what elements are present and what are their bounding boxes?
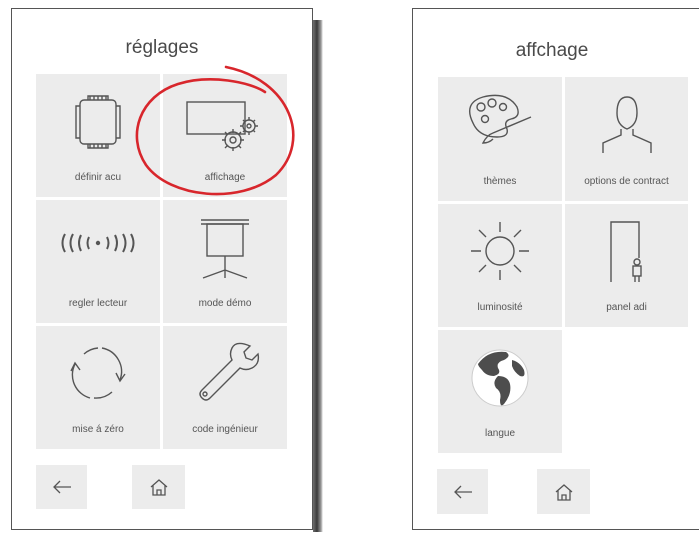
page-title: réglages <box>125 37 199 58</box>
back-button[interactable] <box>36 465 87 509</box>
tile-label: thèmes <box>483 176 517 187</box>
tile-label: panel adi <box>606 302 647 313</box>
home-button[interactable] <box>537 469 590 514</box>
home-icon <box>555 483 572 501</box>
door-person-icon <box>609 221 642 282</box>
tile-themes[interactable]: thèmes <box>438 77 562 201</box>
reader-waves-icon <box>61 233 135 253</box>
display-screen: affchage thèmes options de contract lumi… <box>412 8 699 530</box>
back-button[interactable] <box>437 469 488 514</box>
sun-icon <box>471 222 529 280</box>
back-arrow-icon <box>52 480 71 494</box>
home-icon <box>150 479 167 496</box>
panel-shadow <box>313 20 323 532</box>
tile-label: options de contract <box>584 176 669 187</box>
reset-arrows-icon <box>70 347 126 399</box>
tile-definir-acu[interactable]: définir acu <box>36 74 160 197</box>
tile-label: regler lecteur <box>68 298 128 309</box>
tile-mode-demo[interactable]: mode démo <box>163 200 287 323</box>
tile-label: code ingénieur <box>192 424 258 435</box>
settings-screen: réglages définir acu affichage regler le… <box>11 8 313 530</box>
home-button[interactable] <box>132 465 185 509</box>
tile-label: mode démo <box>198 298 252 309</box>
display-settings-icon <box>186 101 258 151</box>
tile-regler-lecteur[interactable]: regler lecteur <box>36 200 160 323</box>
tile-langue[interactable]: langue <box>438 330 562 453</box>
person-silhouette-icon <box>601 96 652 153</box>
page-title: affchage <box>515 40 589 61</box>
globe-icon <box>471 349 529 407</box>
tile-panel-adi[interactable]: panel adi <box>565 204 688 327</box>
tile-label: affichage <box>204 172 246 183</box>
tile-label: mise á zéro <box>72 424 124 435</box>
wrench-icon <box>199 342 260 401</box>
tile-code-ingenieur[interactable]: code ingénieur <box>163 326 287 449</box>
palette-icon <box>469 94 532 144</box>
back-arrow-icon <box>453 485 472 498</box>
tile-options-de-contract[interactable]: options de contract <box>565 77 688 201</box>
device-frame-icon <box>75 95 121 149</box>
tile-affichage[interactable]: affichage <box>163 74 287 197</box>
tile-label: luminosité <box>477 302 523 313</box>
projector-screen-icon <box>201 219 249 279</box>
tile-label: langue <box>484 428 516 439</box>
tile-mise-a-zero[interactable]: mise á zéro <box>36 326 160 449</box>
tile-luminosite[interactable]: luminosité <box>438 204 562 327</box>
tile-label: définir acu <box>74 172 122 183</box>
